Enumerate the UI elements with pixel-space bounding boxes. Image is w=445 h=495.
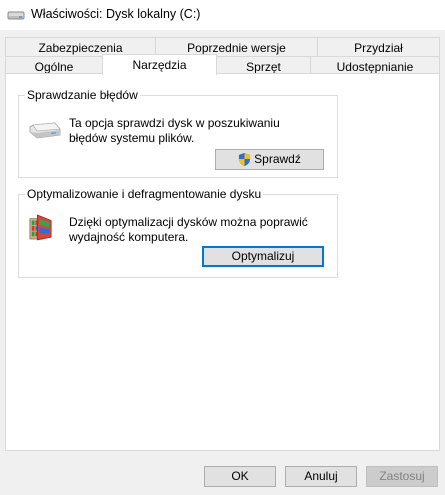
error-check-description-line2: błędów systemu plików. (69, 131, 195, 145)
tab-panel-narzedzia: Sprawdzanie błędów Ta opcja sprawdzi dys… (5, 73, 440, 451)
hard-drive-icon (29, 122, 61, 139)
drive-icon (7, 11, 25, 20)
optimize-button[interactable]: Optymalizuj (202, 246, 324, 267)
ok-button[interactable]: OK (204, 466, 276, 487)
title-bar: Właściwości: Dysk lokalny (C:) (0, 0, 445, 30)
optimize-title: Optymalizowanie i defragmentowanie dysku (25, 187, 264, 202)
defrag-icon (29, 214, 52, 241)
tab-narzedzia[interactable]: Narzędzia (102, 54, 217, 75)
tab-przydzial[interactable]: Przydział (317, 37, 440, 57)
optimize-description: Dzięki optymalizacji dysków można popraw… (69, 215, 334, 245)
error-check-description-line1: Ta opcja sprawdzi dysk w poszukiwaniu (69, 116, 280, 130)
cancel-button[interactable]: Anuluj (285, 466, 357, 487)
tab-udostepnianie[interactable]: Udostępnianie (310, 56, 440, 74)
window-title: Właściwości: Dysk lokalny (C:) (31, 7, 201, 21)
optimize-description-line1: Dzięki optymalizacji dysków można popraw… (69, 215, 308, 229)
optimize-description-line2: wydajność komputera. (69, 230, 189, 244)
apply-button: Zastosuj (366, 466, 438, 487)
error-check-group: Sprawdzanie błędów Ta opcja sprawdzi dys… (18, 88, 338, 178)
check-button[interactable]: Sprawdź (215, 149, 324, 170)
optimize-group: Optymalizowanie i defragmentowanie dysku… (18, 187, 338, 278)
tab-ogolne[interactable]: Ogólne (5, 56, 103, 74)
uac-shield-icon (239, 152, 251, 167)
error-check-title: Sprawdzanie błędów (25, 88, 140, 103)
tab-sprzet[interactable]: Sprzęt (216, 56, 311, 74)
error-check-description: Ta opcja sprawdzi dysk w poszukiwaniu bł… (69, 116, 329, 146)
check-button-label: Sprawdź (254, 152, 301, 166)
